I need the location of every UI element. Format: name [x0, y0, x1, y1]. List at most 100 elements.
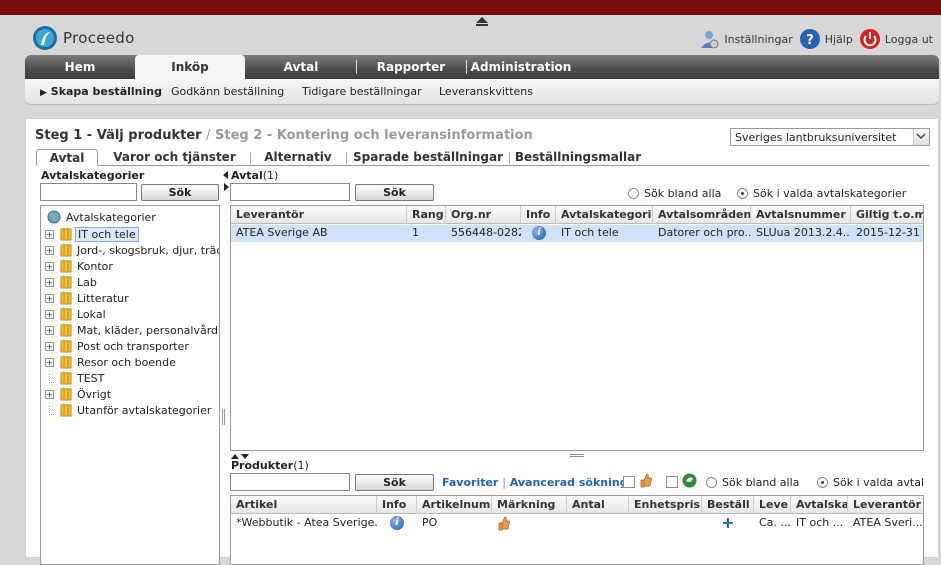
- tree-item[interactable]: + Post och transporter: [45, 338, 191, 354]
- info-icon[interactable]: i: [532, 226, 546, 240]
- link-separator: |: [502, 476, 506, 489]
- category-search-button[interactable]: Sök: [141, 184, 219, 201]
- produkter-radio-selected[interactable]: Sök i valda avtal: [817, 476, 924, 489]
- cell-enhetspris: [629, 515, 702, 532]
- tree-item[interactable]: + Kontor: [45, 258, 115, 274]
- thumb-filter-checkbox[interactable]: [623, 476, 635, 488]
- col-bestall[interactable]: Beställ: [702, 496, 754, 514]
- col-rang[interactable]: Rang: [407, 206, 446, 224]
- radio-button-selected[interactable]: [737, 188, 748, 199]
- produkter-radio-all[interactable]: Sök bland alla: [706, 476, 799, 489]
- nav-item-inkop[interactable]: Inköp: [135, 55, 245, 81]
- col-avtalskategori[interactable]: Avtalskategori: [556, 206, 653, 224]
- subnav-item-skapa[interactable]: ▶ Skapa beställning: [40, 85, 162, 98]
- logout-link[interactable]: Logga ut: [859, 28, 933, 50]
- tree-item[interactable]: + Mat, kläder, personalvård m: [45, 322, 219, 338]
- radio-button-selected[interactable]: [817, 477, 828, 488]
- tree-item-label: Lab: [77, 275, 97, 289]
- tab-alternativ[interactable]: Alternativ: [253, 149, 343, 166]
- nav-item-avtal[interactable]: Avtal: [245, 55, 357, 79]
- expand-icon[interactable]: +: [45, 293, 54, 303]
- col-info[interactable]: Info: [521, 206, 556, 224]
- col-leverantor[interactable]: Leverantör: [231, 206, 407, 224]
- expand-right-icon[interactable]: [222, 183, 230, 191]
- step-2[interactable]: Steg 2 - Kontering och leveransinformati…: [215, 128, 533, 143]
- help-link[interactable]: ? Hjälp: [799, 28, 853, 50]
- table-row[interactable]: *Webbutik - Atea Sverige... i PO + Ca. .…: [231, 515, 923, 532]
- nav-item-hem[interactable]: Hem: [25, 55, 135, 79]
- collapse-header-icon[interactable]: [474, 15, 490, 27]
- cell-info[interactable]: i: [521, 225, 556, 242]
- cell-info[interactable]: i: [377, 515, 417, 532]
- cell-leve: Ca. ...: [759, 516, 791, 529]
- tree-item[interactable]: + IT och tele: [45, 226, 139, 242]
- subnav-item-godkann[interactable]: Godkänn beställning: [171, 85, 284, 98]
- tree-item[interactable]: + Övrigt: [45, 386, 113, 402]
- col-antal[interactable]: Antal: [567, 496, 629, 514]
- tab-varor[interactable]: Varor och tjänster: [102, 149, 247, 166]
- category-folder-icon: [60, 324, 72, 337]
- expand-icon[interactable]: +: [45, 357, 54, 367]
- col-avtalsomraden[interactable]: Avtalsområden: [653, 206, 751, 224]
- horizontal-splitter[interactable]: [570, 454, 584, 457]
- col-avtalsnummer[interactable]: Avtalsnummer: [751, 206, 851, 224]
- nav-item-administration[interactable]: Administration: [466, 55, 576, 79]
- table-row[interactable]: ATEA Sverige AB 1 556448-0282 i IT och t…: [231, 225, 923, 242]
- radio-label: Sök i valda avtal: [833, 476, 925, 489]
- tree-item[interactable]: Utanför avtalskategorier: [45, 402, 213, 418]
- col-giltig[interactable]: Giltig t.o.m.: [851, 206, 923, 224]
- tree-item[interactable]: + Jord-, skogsbruk, djur, trädg: [45, 242, 219, 258]
- organization-select[interactable]: Sveriges lantbruksuniversitet: [730, 128, 930, 146]
- radio-button[interactable]: [628, 188, 639, 199]
- cell-antal[interactable]: [567, 515, 629, 532]
- subnav-item-tidigare[interactable]: Tidigare beställningar: [302, 85, 422, 98]
- favorites-link-label[interactable]: Favoriter: [442, 476, 498, 489]
- eco-filter-checkbox[interactable]: [666, 476, 678, 488]
- expand-icon[interactable]: +: [45, 309, 54, 319]
- tab-sparade[interactable]: Sparade beställningar: [349, 149, 507, 166]
- col-leve[interactable]: Leve: [754, 496, 791, 514]
- col-orgnr[interactable]: Org.nr: [446, 206, 521, 224]
- collapse-left-icon[interactable]: [222, 171, 230, 179]
- chevron-right-icon: ▶: [40, 88, 47, 98]
- expand-icon[interactable]: +: [45, 389, 54, 399]
- expand-icon[interactable]: +: [45, 229, 54, 239]
- tree-item[interactable]: + Lokal: [45, 306, 108, 322]
- add-to-order-icon[interactable]: +: [702, 515, 754, 532]
- col-markning[interactable]: Märkning: [492, 496, 567, 514]
- expand-icon[interactable]: +: [45, 341, 54, 351]
- avtal-search-button[interactable]: Sök: [355, 184, 434, 201]
- tree-item[interactable]: + Litteratur: [45, 290, 131, 306]
- expand-icon[interactable]: +: [45, 277, 54, 287]
- cell-markning: [492, 515, 567, 532]
- tree-item[interactable]: + Lab: [45, 274, 99, 290]
- tree-item[interactable]: TEST: [45, 370, 106, 386]
- avtal-radio-all[interactable]: Sök bland alla: [628, 187, 721, 200]
- nav-item-rapporter[interactable]: Rapporter: [357, 55, 465, 79]
- col-artikelnummer[interactable]: Artikelnumm: [417, 496, 492, 514]
- chevron-down-icon[interactable]: [913, 129, 929, 145]
- category-search-input[interactable]: [40, 183, 137, 201]
- tree-item[interactable]: + Resor och boende: [45, 354, 178, 370]
- expand-icon[interactable]: +: [45, 325, 54, 335]
- expand-icon[interactable]: +: [45, 261, 54, 271]
- col-avtalska[interactable]: Avtalska: [791, 496, 848, 514]
- settings-link[interactable]: Inställningar: [698, 28, 793, 50]
- vertical-splitter[interactable]: [222, 409, 225, 425]
- col-artikel[interactable]: Artikel: [231, 496, 377, 514]
- produkter-search-input[interactable]: [230, 473, 350, 491]
- col-info[interactable]: Info: [377, 496, 417, 514]
- col-leverantor[interactable]: Leverantör: [848, 496, 923, 514]
- advanced-search-link[interactable]: Avancerad sökning: [510, 476, 628, 489]
- subnav-item-leveranskvittens[interactable]: Leveranskvittens: [439, 85, 533, 98]
- expand-icon[interactable]: +: [45, 245, 54, 255]
- tab-avtal[interactable]: Avtal: [36, 149, 98, 166]
- radio-button[interactable]: [706, 477, 717, 488]
- avtal-search-input[interactable]: [230, 183, 350, 201]
- tab-mallar[interactable]: Beställningsmallar: [512, 149, 644, 166]
- produkter-search-button[interactable]: Sök: [355, 474, 434, 491]
- avtal-radio-selected[interactable]: Sök i valda avtalskategorier: [737, 187, 906, 200]
- info-icon[interactable]: i: [390, 516, 404, 530]
- col-enhetspris[interactable]: Enhetspris: [629, 496, 702, 514]
- tree-root[interactable]: Avtalskategorier: [47, 210, 158, 224]
